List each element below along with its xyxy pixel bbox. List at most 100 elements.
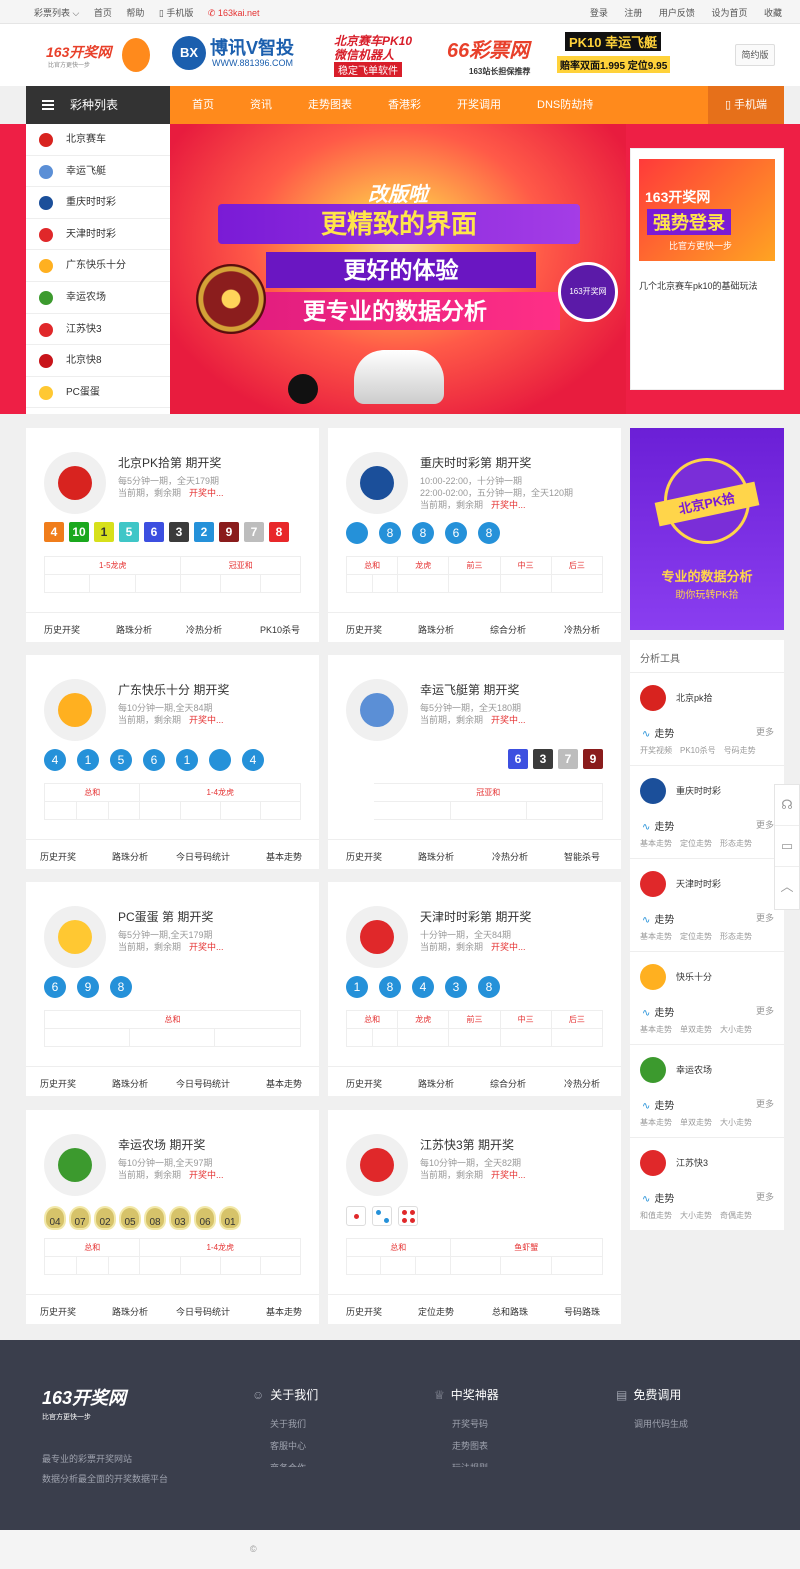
road-analysis-link[interactable]: 路珠分析: [418, 1077, 454, 1090]
hero-banner[interactable]: 改版啦 更精致的界面 更好的体验 更专业的数据分析 163开奖网: [170, 124, 626, 414]
daily-stats-link[interactable]: 今日号码统计: [176, 850, 230, 863]
sidebar-item-xyft[interactable]: 幸运飞艇: [26, 156, 170, 188]
smart-kill-link[interactable]: 智能杀号: [564, 850, 600, 863]
mobile-version-button[interactable]: ▯ 手机端: [708, 86, 784, 124]
more-link[interactable]: 更多: [756, 1097, 774, 1110]
tool-sub-link[interactable]: 大小走势: [720, 1118, 752, 1127]
tool-name[interactable]: 幸运农场: [676, 1063, 712, 1076]
road-analysis-link[interactable]: 路珠分析: [112, 1077, 148, 1090]
hot-cold-link[interactable]: 冷热分析: [492, 850, 528, 863]
sidebar-item-bjkl8[interactable]: 北京快8: [26, 345, 170, 377]
history-link[interactable]: 历史开奖: [346, 1077, 382, 1090]
ad-banner-66[interactable]: 66彩票网 163站长担保推荐 PK10 幸运飞艇 赔率双面1.995 定位9.…: [445, 30, 710, 80]
tool-name[interactable]: 天津时时彩: [676, 877, 721, 890]
tool-sub-link[interactable]: 形态走势: [720, 839, 752, 848]
tool-sub-link[interactable]: 奇偶走势: [720, 1211, 752, 1220]
tool-name[interactable]: 北京pk拾: [676, 691, 713, 704]
mobile-link[interactable]: ▯ 手机版: [159, 8, 193, 18]
road-analysis-link[interactable]: 路珠分析: [418, 850, 454, 863]
tool-sub-link[interactable]: 开奖视频: [640, 746, 672, 755]
trend-link[interactable]: ∿ 走势: [642, 818, 674, 833]
history-link[interactable]: 历史开奖: [44, 623, 80, 636]
set-homepage-link[interactable]: 设为首页: [711, 8, 747, 18]
more-link[interactable]: 更多: [756, 1190, 774, 1203]
sidebar-item-cqssc[interactable]: 重庆时时彩: [26, 187, 170, 219]
tool-sub-link[interactable]: 形态走势: [720, 932, 752, 941]
tool-sub-link[interactable]: 基本走势: [640, 1025, 672, 1034]
tool-name[interactable]: 快乐十分: [676, 970, 712, 983]
simple-version-button[interactable]: 简约版: [735, 44, 775, 66]
tool-name[interactable]: 江苏快3: [676, 1156, 708, 1169]
more-link[interactable]: 更多: [756, 911, 774, 924]
tool-sub-link[interactable]: 单双走势: [680, 1118, 712, 1127]
history-link[interactable]: 历史开奖: [346, 850, 382, 863]
category-menu-button[interactable]: 彩种列表: [26, 86, 170, 124]
news-image[interactable]: 163开奖网 强势登录 比官方更快一步: [639, 159, 775, 261]
daily-stats-link[interactable]: 今日号码统计: [176, 1305, 230, 1318]
headset-icon[interactable]: ☊: [775, 785, 799, 826]
nav-home[interactable]: 首页: [192, 86, 214, 124]
hot-cold-link[interactable]: 冷热分析: [564, 623, 600, 636]
position-trend-link[interactable]: 定位走势: [418, 1305, 454, 1318]
back-to-top-icon[interactable]: ︿: [775, 867, 799, 908]
nav-dns[interactable]: DNS防劫持: [537, 86, 593, 124]
comprehensive-link[interactable]: 综合分析: [490, 1077, 526, 1090]
tool-sub-link[interactable]: 定位走势: [680, 932, 712, 941]
history-link[interactable]: 历史开奖: [40, 1077, 76, 1090]
nav-hk-lottery[interactable]: 香港彩: [388, 86, 421, 124]
footer-link[interactable]: 调用代码生成: [634, 1417, 688, 1430]
tool-sub-link[interactable]: 大小走势: [680, 1211, 712, 1220]
tool-sub-link[interactable]: 号码走势: [724, 746, 756, 755]
domain-text[interactable]: ✆ 163kai.net: [208, 8, 260, 18]
daily-stats-link[interactable]: 今日号码统计: [176, 1077, 230, 1090]
trend-link[interactable]: ∿ 走势: [642, 911, 674, 926]
nav-trend-charts[interactable]: 走势图表: [308, 86, 352, 124]
trend-link[interactable]: ∿ 走势: [642, 1190, 674, 1205]
tool-sub-link[interactable]: 基本走势: [640, 932, 672, 941]
number-road-link[interactable]: 号码路珠: [564, 1305, 600, 1318]
history-link[interactable]: 历史开奖: [346, 1305, 382, 1318]
sidebar-item-bjpk10[interactable]: 北京赛车: [26, 124, 170, 156]
basic-trend-link[interactable]: 基本走势: [266, 1077, 302, 1090]
home-link[interactable]: 首页: [94, 8, 112, 18]
history-link[interactable]: 历史开奖: [40, 850, 76, 863]
tool-sub-link[interactable]: 基本走势: [640, 1118, 672, 1127]
footer-link[interactable]: 关于我们: [270, 1417, 318, 1430]
tool-sub-link[interactable]: PK10杀号: [680, 746, 716, 755]
bookmark-link[interactable]: 收藏: [764, 8, 782, 18]
history-link[interactable]: 历史开奖: [40, 1305, 76, 1318]
sidebar-item-jsk3[interactable]: 江苏快3: [26, 314, 170, 346]
nav-news[interactable]: 资讯: [250, 86, 272, 124]
chat-icon[interactable]: ▭: [775, 826, 799, 867]
sum-road-link[interactable]: 总和路珠: [492, 1305, 528, 1318]
tool-sub-link[interactable]: 和值走势: [640, 1211, 672, 1220]
road-analysis-link[interactable]: 路珠分析: [112, 1305, 148, 1318]
site-logo[interactable]: 163开奖网 比官方更快一步: [42, 28, 152, 78]
history-link[interactable]: 历史开奖: [346, 623, 382, 636]
login-link[interactable]: 登录: [590, 8, 608, 18]
pk10-ad-banner[interactable]: 北京PK拾 专业的数据分析 助你玩转PK拾: [630, 428, 784, 630]
road-analysis-link[interactable]: 路珠分析: [112, 850, 148, 863]
tool-name[interactable]: 重庆时时彩: [676, 784, 721, 797]
basic-trend-link[interactable]: 基本走势: [266, 850, 302, 863]
ad-banner-boxun[interactable]: BX 博讯V智投 WWW.881396.COM 北京赛车PK10 微信机器人 稳…: [170, 32, 425, 78]
basic-trend-link[interactable]: 基本走势: [266, 1305, 302, 1318]
feedback-link[interactable]: 用户反馈: [659, 8, 695, 18]
trend-link[interactable]: ∿ 走势: [642, 1097, 674, 1112]
footer-link[interactable]: 走势图表: [452, 1439, 499, 1452]
more-link[interactable]: 更多: [756, 1004, 774, 1017]
comprehensive-link[interactable]: 综合分析: [490, 623, 526, 636]
nav-draw-api[interactable]: 开奖调用: [457, 86, 501, 124]
hot-cold-link[interactable]: 冷热分析: [564, 1077, 600, 1090]
trend-link[interactable]: ∿ 走势: [642, 725, 674, 740]
trend-link[interactable]: ∿ 走势: [642, 1004, 674, 1019]
footer-link[interactable]: 商务合作: [270, 1461, 318, 1467]
more-link[interactable]: 更多: [756, 725, 774, 738]
sidebar-item-tjssc[interactable]: 天津时时彩: [26, 219, 170, 251]
footer-link[interactable]: 开奖号码: [452, 1417, 499, 1430]
road-analysis-link[interactable]: 路珠分析: [418, 623, 454, 636]
hot-cold-link[interactable]: 冷热分析: [186, 623, 222, 636]
footer-link[interactable]: 客服中心: [270, 1439, 318, 1452]
tool-sub-link[interactable]: 单双走势: [680, 1025, 712, 1034]
tool-sub-link[interactable]: 基本走势: [640, 839, 672, 848]
